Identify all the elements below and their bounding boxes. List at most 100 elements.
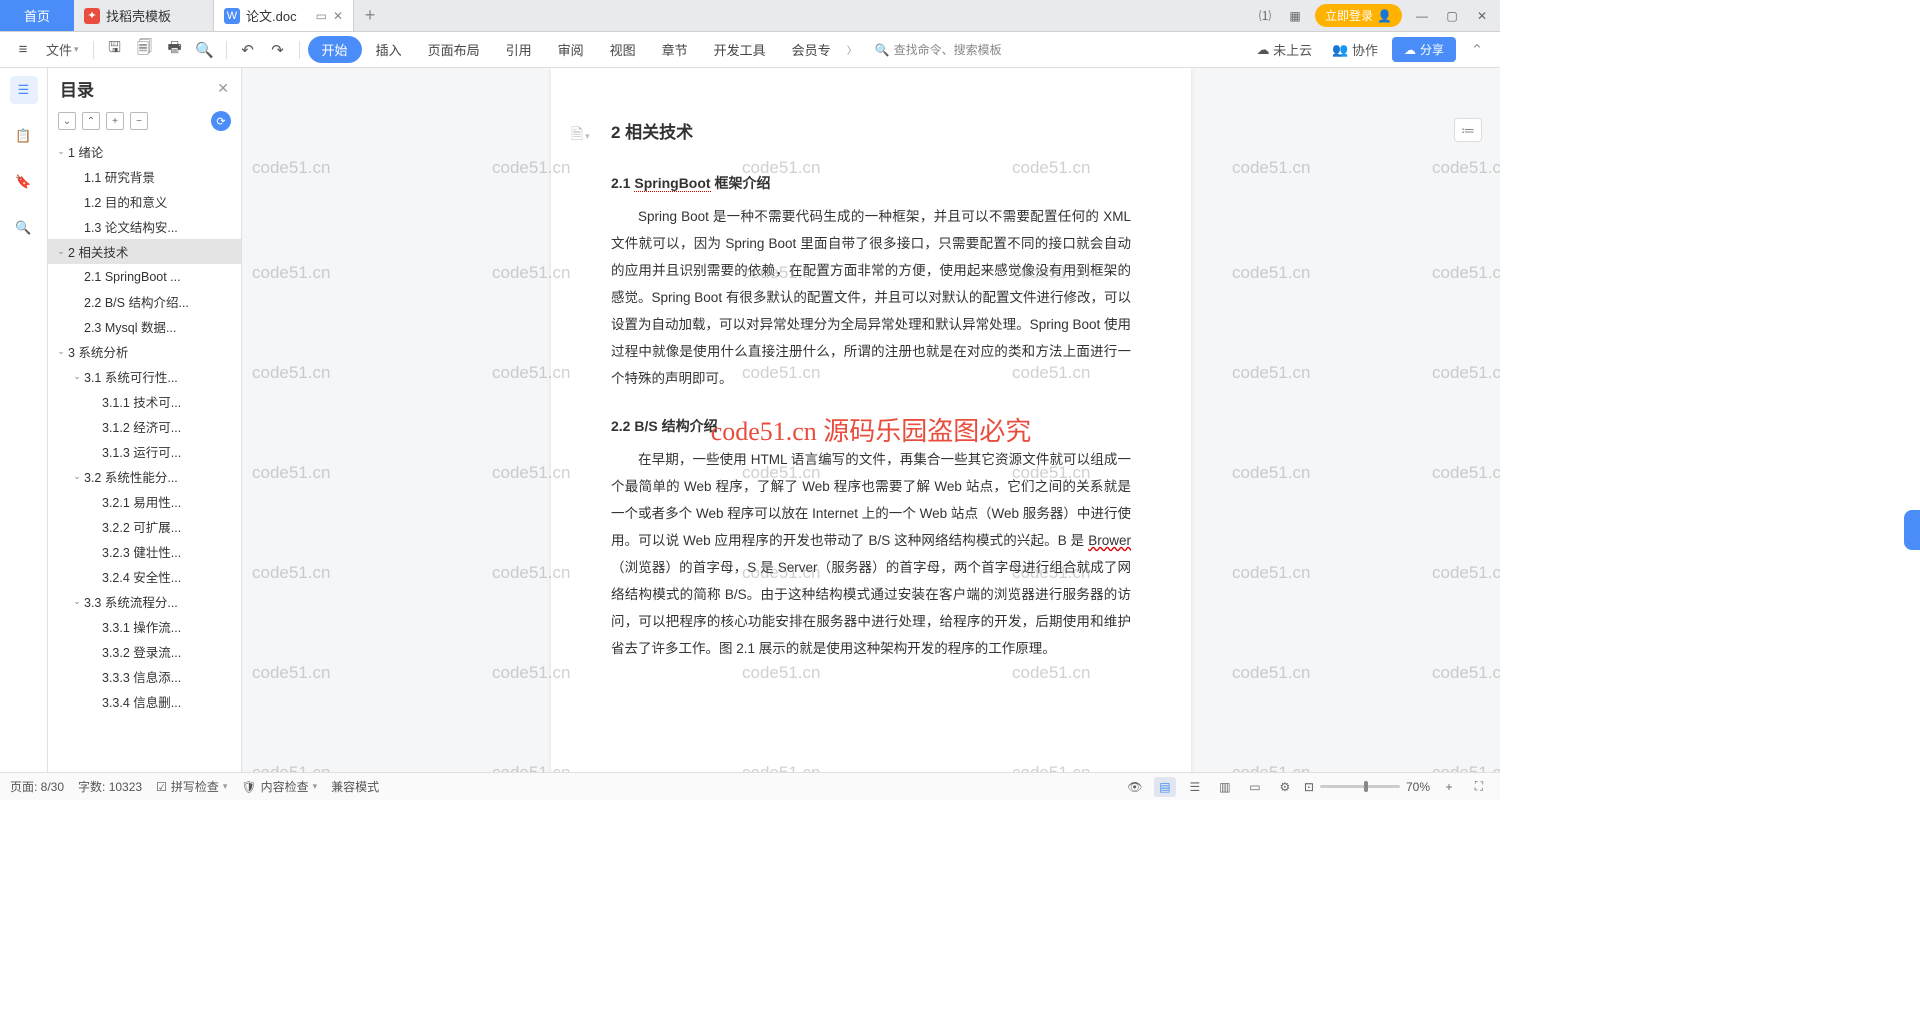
compat-mode[interactable]: 兼容模式 [331, 778, 379, 795]
outline-item[interactable]: 2.1 SpringBoot ... [48, 264, 241, 289]
outline-item[interactable]: 3.3.3 信息添... [48, 664, 241, 689]
spellcheck-toggle[interactable]: ☑拼写检查 ▾ [156, 778, 227, 795]
file-menu[interactable]: 文件 ▾ [40, 36, 85, 63]
word-count[interactable]: 字数: 10323 [78, 778, 142, 795]
window-close[interactable]: ✕ [1472, 9, 1492, 23]
outline-item[interactable]: ⌄1 绪论 [48, 139, 241, 164]
document-viewport[interactable]: ≔ 🗎▾ 2 相关技术 2.1 SpringBoot 框架介绍 Spring B… [242, 68, 1500, 772]
zoom-fit-icon[interactable]: ⊡ [1304, 780, 1314, 794]
outline-item[interactable]: 1.1 研究背景 [48, 164, 241, 189]
outline-item-label: 3.2.3 健壮性... [102, 542, 181, 561]
ribbon-tab-8[interactable]: 会员专 [780, 36, 843, 63]
watermark-text: code51.cn [1432, 263, 1500, 283]
outline-item[interactable]: ⌄3 系统分析 [48, 339, 241, 364]
outline-item[interactable]: ⌄3.3 系统流程分... [48, 589, 241, 614]
outline-item[interactable]: 3.3.2 登录流... [48, 639, 241, 664]
ribbon-tab-7[interactable]: 开发工具 [702, 36, 778, 63]
outline-item[interactable]: 3.2.1 易用性... [48, 489, 241, 514]
print-icon[interactable]: 🖶 [162, 33, 188, 66]
zoom-value[interactable]: 70% [1406, 780, 1430, 794]
ribbon-toolbar: ≡ 文件 ▾ 🖫 🗐 🖶 🔍 ↶ ↷ 开始插入页面布局引用审阅视图章节开发工具会… [0, 32, 1500, 68]
redo-icon[interactable]: ↷ [265, 37, 291, 63]
watermark-text: code51.cn [252, 363, 330, 383]
ribbon-tab-3[interactable]: 引用 [494, 36, 544, 63]
menu-icon[interactable]: ≡ [10, 37, 36, 62]
expand-all-icon[interactable]: ⌃ [82, 112, 100, 130]
tab-close-icon[interactable]: ✕ [333, 9, 343, 23]
outline-item[interactable]: 3.1.3 运行可... [48, 439, 241, 464]
ribbon-tab-5[interactable]: 视图 [598, 36, 648, 63]
outline-item[interactable]: 1.3 论文结构安... [48, 214, 241, 239]
ribbon-tab-0[interactable]: 开始 [308, 36, 362, 63]
window-minimize[interactable]: — [1412, 9, 1432, 23]
ribbon-tab-6[interactable]: 章节 [650, 36, 700, 63]
saveas-icon[interactable]: 🗐 [132, 33, 158, 66]
close-icon[interactable]: ✕ [217, 80, 229, 97]
tab-document[interactable]: W 论文.doc ▭ ✕ [214, 0, 354, 31]
fullscreen-icon[interactable]: ⛶ [1468, 777, 1490, 797]
tab-home[interactable]: 首页 [0, 0, 74, 31]
ribbon-tab-4[interactable]: 审阅 [546, 36, 596, 63]
page-status[interactable]: 页面: 8/30 [10, 778, 64, 795]
outline-item[interactable]: 1.2 目的和意义 [48, 189, 241, 214]
clipboard-icon[interactable]: 📋 [10, 122, 38, 150]
tab-window-icon[interactable]: ▭ [316, 9, 327, 23]
outline-item[interactable]: 3.3.1 操作流... [48, 614, 241, 639]
outline-item[interactable]: 3.2.2 可扩展... [48, 514, 241, 539]
command-search[interactable]: 🔍 查找命令、搜索模板 [875, 41, 1002, 58]
outline-item[interactable]: 3.2.4 安全性... [48, 564, 241, 589]
login-button[interactable]: 立即登录👤 [1315, 4, 1402, 27]
layout-icon[interactable]: ⑴ [1255, 7, 1275, 24]
read-view-icon[interactable]: ▭ [1244, 777, 1266, 797]
zoom-control: ⊡ 70% [1304, 780, 1430, 794]
web-view-icon[interactable]: ▥ [1214, 777, 1236, 797]
ribbon-tab-1[interactable]: 插入 [364, 36, 414, 63]
outline-item[interactable]: 2.3 Mysql 数据... [48, 314, 241, 339]
outline-item[interactable]: ⌄3.1 系统可行性... [48, 364, 241, 389]
chevron-down-icon: ⌄ [70, 371, 84, 382]
chevron-up-icon[interactable]: ⌃ [1464, 37, 1490, 63]
outline-view-icon[interactable]: ☰ [1184, 777, 1206, 797]
outline-item-label: 2.2 B/S 结构介绍... [84, 292, 189, 311]
ribbon-tab-2[interactable]: 页面布局 [416, 36, 492, 63]
bookmark-icon[interactable]: 🔖 [10, 168, 38, 196]
outline-item[interactable]: 3.1.1 技术可... [48, 389, 241, 414]
page-view-icon[interactable]: ▤ [1154, 777, 1176, 797]
eye-icon[interactable]: 👁 [1124, 777, 1146, 797]
side-panel-toggle[interactable]: ≔ [1454, 118, 1482, 142]
watermark-text: code51.cn [252, 463, 330, 483]
outline-item[interactable]: ⌄3.2 系统性能分... [48, 464, 241, 489]
outline-item-label: 3.3.1 操作流... [102, 617, 181, 636]
share-button[interactable]: ☁分享 [1392, 37, 1456, 62]
outline-item[interactable]: 2.2 B/S 结构介绍... [48, 289, 241, 314]
outline-item-label: 3.1.3 运行可... [102, 442, 181, 461]
window-maximize[interactable]: ▢ [1442, 9, 1462, 23]
preview-icon[interactable]: 🔍 [192, 37, 218, 63]
outline-item[interactable]: ⌄2 相关技术 [48, 239, 241, 264]
page-indicator-icon[interactable]: 🗎▾ [571, 124, 590, 149]
apps-icon[interactable]: ▦ [1285, 9, 1305, 23]
save-icon[interactable]: 🖫 [102, 33, 128, 66]
chevron-down-icon: ⌄ [70, 596, 84, 607]
collapse-all-icon[interactable]: ⌄ [58, 112, 76, 130]
sync-badge-icon[interactable]: ⟳ [211, 111, 231, 131]
outline-item[interactable]: 3.2.3 健壮性... [48, 539, 241, 564]
watermark-text: code51.cn [1232, 263, 1310, 283]
undo-icon[interactable]: ↶ [235, 37, 261, 63]
settings-icon[interactable]: ⚙ [1274, 777, 1296, 797]
content-check[interactable]: 🛡内容检查 ▾ [241, 778, 317, 795]
add-view-icon[interactable]: + [1438, 777, 1460, 797]
tab-template[interactable]: ✦ 找稻壳模板 [74, 0, 214, 31]
outline-item[interactable]: 3.3.4 信息删... [48, 689, 241, 714]
tab-add-button[interactable]: + [354, 0, 386, 31]
zoom-slider[interactable] [1320, 785, 1400, 788]
outline-item[interactable]: 3.1.2 经济可... [48, 414, 241, 439]
watermark-text: code51.cn [1232, 463, 1310, 483]
remove-level-icon[interactable]: − [130, 112, 148, 130]
chevron-right-icon[interactable]: 〉 [847, 42, 857, 57]
add-level-icon[interactable]: + [106, 112, 124, 130]
outline-icon[interactable]: ☰ [10, 76, 38, 104]
cloud-status[interactable]: ☁ 未上云 [1251, 36, 1319, 63]
collab-button[interactable]: 👥 协作 [1326, 36, 1384, 63]
search-panel-icon[interactable]: 🔍 [10, 214, 38, 242]
